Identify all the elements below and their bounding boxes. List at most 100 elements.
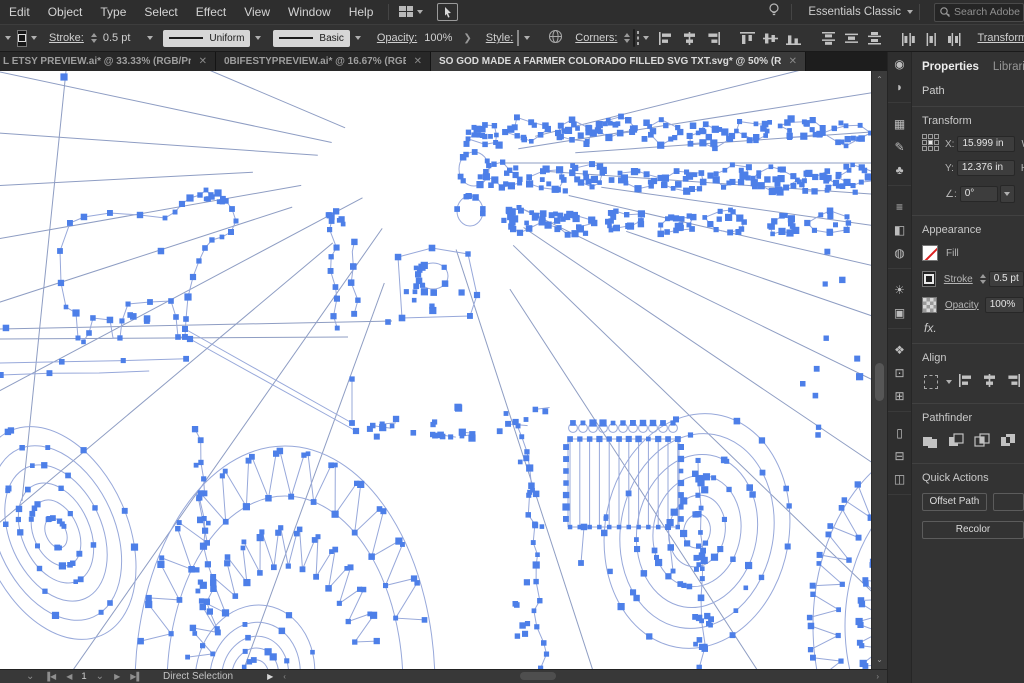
stroke-link[interactable]: Stroke: [944, 274, 973, 285]
stroke-weight-field[interactable]: 0.5 pt: [988, 271, 1024, 287]
style-label[interactable]: Style:: [486, 32, 514, 44]
menu-item-effect[interactable]: Effect: [187, 0, 235, 24]
pathfinder-minus-front-icon[interactable]: [948, 433, 964, 451]
scroll-left-icon[interactable]: ‹: [283, 672, 286, 681]
align-panel-icon[interactable]: ⊟: [888, 444, 911, 467]
vertical-scroll-thumb[interactable]: [875, 363, 884, 401]
select-similar-chevron-icon[interactable]: [643, 36, 650, 40]
brush-dropdown[interactable]: Basic: [273, 29, 350, 47]
artwork-svg[interactable]: [0, 71, 871, 669]
close-tab-icon[interactable]: ✕: [414, 56, 422, 67]
arrange-documents-icon[interactable]: [399, 6, 424, 18]
fx-button[interactable]: fx.: [912, 315, 1024, 343]
symbols-icon[interactable]: ♣: [888, 158, 911, 181]
x-field[interactable]: 15.999 in: [957, 136, 1016, 152]
menu-item-window[interactable]: Window: [279, 0, 340, 24]
align-to-chevron-icon[interactable]: [946, 380, 952, 384]
arrange-icon[interactable]: ⊞: [888, 384, 911, 407]
artboard-chevron-icon[interactable]: ⌄: [96, 671, 104, 682]
pathfinder-unite-icon[interactable]: [922, 433, 938, 451]
zoom-level-chevron-icon[interactable]: ⌄: [26, 671, 34, 682]
dist-v-top-icon[interactable]: [820, 31, 837, 46]
workspace-switcher[interactable]: Essentials Classic: [808, 6, 901, 18]
reference-point-locator[interactable]: [922, 134, 939, 205]
menu-item-view[interactable]: View: [235, 0, 279, 24]
align-h-center-icon[interactable]: [681, 31, 698, 46]
document-setup-icon[interactable]: [548, 29, 563, 47]
stroke-panel-stepper[interactable]: [979, 274, 986, 284]
stroke-swatch[interactable]: [922, 271, 936, 287]
asset-export-icon[interactable]: ⊡: [888, 361, 911, 384]
opacity-field[interactable]: 100%: [984, 297, 1024, 313]
corners-label[interactable]: Corners:: [575, 32, 617, 44]
opacity-value[interactable]: 100%: [424, 32, 452, 44]
menu-item-object[interactable]: Object: [39, 0, 92, 24]
clipped-quick-action-button[interactable]: [992, 493, 1024, 511]
dist-h-right-icon[interactable]: [947, 31, 964, 46]
scroll-right-icon[interactable]: ›: [876, 672, 879, 681]
fill-swatch[interactable]: [922, 245, 938, 261]
artboards-icon[interactable]: ▯: [888, 421, 911, 444]
dist-h-left-icon[interactable]: [901, 31, 918, 46]
document-tab-1[interactable]: L ETSY PREVIEW.ai* @ 33.33% (RGB/Preview…: [0, 52, 216, 71]
appearance-icon[interactable]: ☀: [888, 278, 911, 301]
next-artboard-icon[interactable]: ▶: [114, 672, 120, 681]
artboard-number[interactable]: 1: [81, 671, 86, 682]
opacity-label[interactable]: Opacity:: [377, 32, 417, 44]
pathfinder-intersect-icon[interactable]: [974, 433, 990, 451]
scroll-up-icon[interactable]: ⌃: [872, 75, 887, 84]
lightbulb-icon[interactable]: [767, 2, 781, 23]
select-similar-icon[interactable]: [637, 31, 640, 45]
stroke-stepper[interactable]: [90, 33, 97, 43]
menu-item-type[interactable]: Type: [91, 0, 135, 24]
first-artboard-icon[interactable]: ▐◀: [44, 672, 56, 681]
transparency-icon[interactable]: ◍: [888, 241, 911, 264]
width-profile-chevron-icon[interactable]: [255, 36, 262, 40]
align-top-icon[interactable]: [739, 31, 756, 46]
recolor-button[interactable]: Recolor: [922, 521, 1024, 539]
brush-chevron-icon[interactable]: [354, 36, 361, 40]
color-guide-icon[interactable]: ◗: [888, 75, 911, 98]
previous-artboard-icon[interactable]: ◀: [66, 672, 72, 681]
scroll-down-icon[interactable]: ⌄: [872, 655, 887, 664]
dist-v-bottom-icon[interactable]: [866, 31, 883, 46]
corners-stepper[interactable]: [624, 33, 631, 43]
menu-item-help[interactable]: Help: [340, 0, 383, 24]
offset-path-button[interactable]: Offset Path: [922, 493, 987, 511]
align-left-icon[interactable]: [658, 31, 675, 46]
horizontal-scroll-thumb[interactable]: [520, 672, 556, 680]
app-bar-tool-icon[interactable]: [437, 3, 459, 21]
align-bottom-icon[interactable]: [785, 31, 802, 46]
width-profile-dropdown[interactable]: Uniform: [163, 29, 251, 47]
opacity-link[interactable]: Opacity: [945, 300, 979, 311]
rotation-chevron-icon[interactable]: [999, 185, 1015, 203]
search-adobe-stock-input[interactable]: Search Adobe Stock: [934, 2, 1024, 22]
opacity-swatch[interactable]: [922, 297, 937, 313]
tab-libraries[interactable]: Libraries: [993, 61, 1024, 73]
stroke-weight-label[interactable]: Stroke:: [49, 32, 84, 44]
layers-icon[interactable]: ❖: [888, 338, 911, 361]
dist-h-center-icon[interactable]: [924, 31, 941, 46]
panel-align-right-icon[interactable]: [1004, 373, 1021, 391]
tab-properties[interactable]: Properties: [922, 61, 979, 73]
graphic-styles-icon[interactable]: ▣: [888, 301, 911, 324]
align-to-icon[interactable]: [924, 375, 938, 389]
panel-align-left-icon[interactable]: [958, 373, 975, 391]
menu-item-edit[interactable]: Edit: [0, 0, 39, 24]
panel-menu-chevron-icon[interactable]: [5, 36, 11, 40]
style-swatch[interactable]: [517, 30, 520, 46]
stroke-icon[interactable]: ≡: [888, 195, 911, 218]
close-tab-icon[interactable]: ✕: [199, 56, 207, 67]
y-field[interactable]: 12.376 in: [956, 160, 1015, 176]
color-icon[interactable]: ◉: [888, 52, 911, 75]
swatches-icon[interactable]: ▦: [888, 112, 911, 135]
align-v-center-icon[interactable]: [762, 31, 779, 46]
stroke-weight-value[interactable]: 0.5 pt: [103, 32, 131, 44]
pathfinder-panel-icon[interactable]: ◫: [888, 467, 911, 490]
dist-v-center-icon[interactable]: [843, 31, 860, 46]
corners-field[interactable]: [633, 29, 636, 47]
rotation-field[interactable]: 0°: [959, 186, 998, 202]
vertical-scrollbar[interactable]: ⌃ ⌄: [871, 71, 887, 669]
panel-align-h-center-icon[interactable]: [981, 373, 998, 391]
brushes-icon[interactable]: ✎: [888, 135, 911, 158]
